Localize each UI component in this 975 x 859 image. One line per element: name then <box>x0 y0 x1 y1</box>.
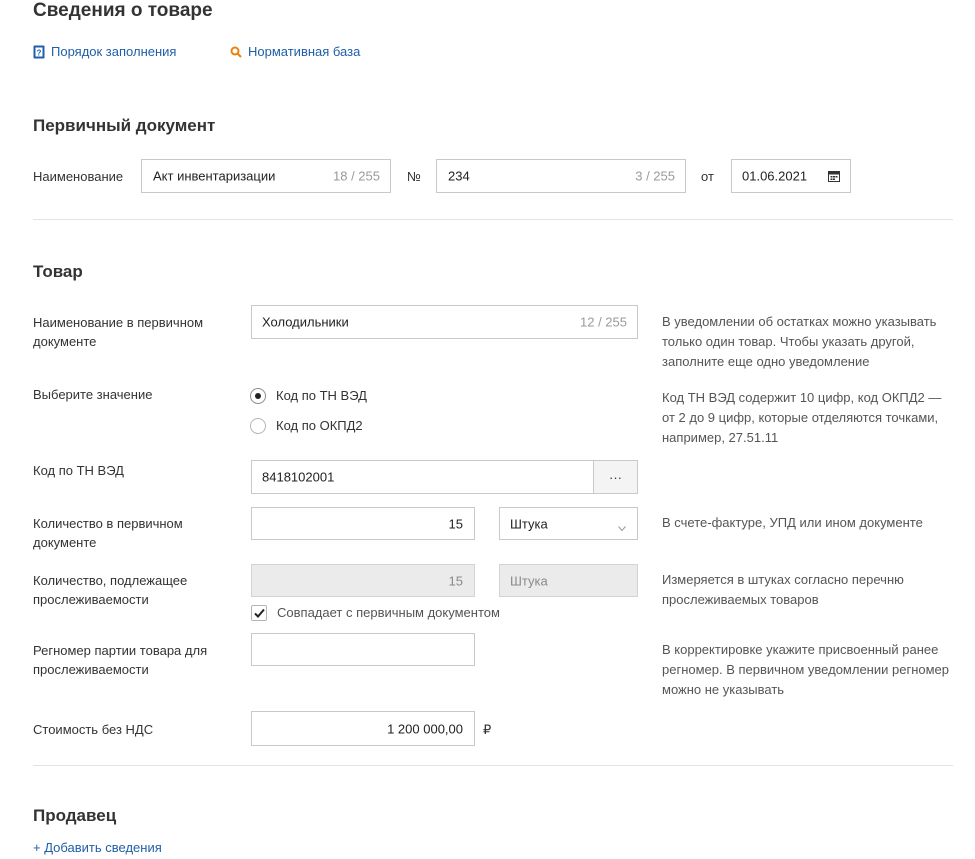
code-label: Код по ТН ВЭД <box>33 463 124 478</box>
primary-doc-name-value: Акт инвентаризации <box>153 168 276 184</box>
primary-doc-name-input[interactable]: Акт инвентаризации 18 / 255 <box>141 159 391 193</box>
page-title: Сведения о товаре <box>33 0 213 21</box>
fill-order-link[interactable]: ? Порядок заполнения <box>33 44 176 59</box>
choose-value-hint: Код ТН ВЭД содержит 10 цифр, код ОКПД2 —… <box>662 390 942 445</box>
radio-okpd2[interactable] <box>250 417 266 434</box>
traced-qty-value: 15 <box>448 573 463 588</box>
choose-value-label: Выберите значение <box>33 387 153 402</box>
primary-doc-date-value: 01.06.2021 <box>742 168 808 184</box>
qty-unit-select[interactable]: Штука <box>499 507 638 540</box>
section-divider <box>33 765 953 766</box>
radio-okpd2-label: Код по ОКПД2 <box>276 418 363 433</box>
search-icon <box>230 46 242 58</box>
traced-qty-unit: Штука <box>499 564 638 597</box>
currency-symbol: ₽ <box>483 722 492 737</box>
primary-doc-name-label: Наименование <box>33 169 124 184</box>
traced-qty-input: 15 <box>251 564 475 597</box>
regnum-label: Регномер партии товара для прослеживаемо… <box>33 643 208 677</box>
normative-base-link[interactable]: Нормативная база <box>230 44 360 59</box>
regnum-hint: В корректировке укажите присвоенный ране… <box>662 642 950 697</box>
qty-input[interactable]: 15 <box>251 507 475 540</box>
add-seller-info-link[interactable]: + Добавить сведения <box>33 840 162 855</box>
fill-order-label: Порядок заполнения <box>51 44 177 59</box>
calendar-icon[interactable] <box>828 170 840 182</box>
checkmark-icon <box>254 608 265 618</box>
match-checkbox-row[interactable]: Совпадает с первичным документом <box>251 603 500 622</box>
qty-value: 15 <box>448 516 463 531</box>
goods-heading: Товар <box>33 262 83 281</box>
primary-doc-number-value: 234 <box>448 168 470 184</box>
primary-doc-number-input[interactable]: 234 3 / 255 <box>436 159 686 193</box>
cost-input[interactable]: 1 200 000,00 <box>251 711 475 746</box>
code-input[interactable]: 8418102001 <box>251 460 594 494</box>
primary-doc-number-label: № <box>407 169 421 184</box>
goods-name-hint: В уведомлении об остатках можно указыват… <box>662 314 937 369</box>
code-lookup-button[interactable]: ··· <box>593 460 638 494</box>
traced-qty-hint: Измеряется в штуках согласно перечню про… <box>662 572 904 607</box>
goods-name-counter: 12 / 255 <box>580 314 627 330</box>
primary-doc-heading: Первичный документ <box>33 116 216 135</box>
radio-option-okpd2[interactable]: Код по ОКПД2 <box>250 416 363 435</box>
document-help-icon: ? <box>33 45 45 59</box>
match-checkbox-label: Совпадает с первичным документом <box>277 605 500 620</box>
primary-doc-date-input[interactable]: 01.06.2021 <box>731 159 851 193</box>
cost-value: 1 200 000,00 <box>387 721 463 736</box>
goods-name-value: Холодильники <box>262 314 349 330</box>
primary-doc-number-counter: 3 / 255 <box>635 168 675 184</box>
goods-name-input[interactable]: Холодильники 12 / 255 <box>251 305 638 339</box>
cost-label: Стоимость без НДС <box>33 722 154 737</box>
radio-tnved[interactable] <box>250 387 266 404</box>
radio-option-tnved[interactable]: Код по ТН ВЭД <box>250 386 367 405</box>
primary-doc-date-label: от <box>701 169 714 184</box>
code-value: 8418102001 <box>262 469 335 485</box>
qty-hint: В счете-фактуре, УПД или ином документе <box>662 515 923 530</box>
regnum-input[interactable] <box>251 633 475 666</box>
radio-tnved-label: Код по ТН ВЭД <box>276 388 367 403</box>
normative-base-label: Нормативная база <box>248 44 361 59</box>
section-divider <box>33 219 953 220</box>
seller-heading: Продавец <box>33 806 117 825</box>
traced-qty-unit-value: Штука <box>510 573 548 588</box>
qty-unit-value: Штука <box>510 516 548 531</box>
primary-doc-name-counter: 18 / 255 <box>333 168 380 184</box>
traced-qty-label: Количество, подлежащее прослеживаемости <box>33 573 188 607</box>
goods-name-label: Наименование в первичном документе <box>33 315 204 349</box>
svg-text:?: ? <box>37 48 42 57</box>
match-checkbox[interactable] <box>251 604 267 621</box>
chevron-down-icon <box>618 520 626 532</box>
qty-label: Количество в первичном документе <box>33 516 183 550</box>
